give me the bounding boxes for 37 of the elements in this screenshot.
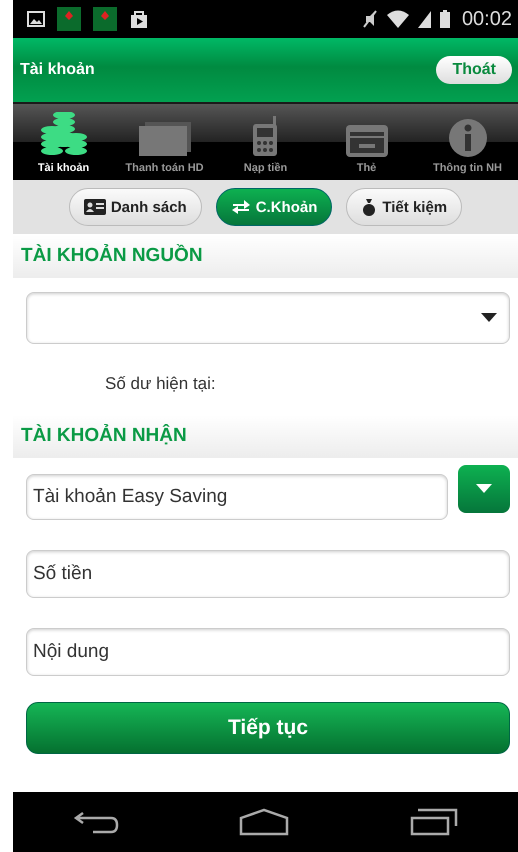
back-icon[interactable] [73,809,120,835]
target-account-field[interactable]: Tài khoản Easy Saving [26,474,448,520]
battery-icon [440,9,450,29]
money-bag-icon [361,198,378,216]
transfer-arrows-icon [230,199,251,215]
segment-button[interactable]: Danh sách [68,188,202,226]
dropdown-arrow-icon [476,484,492,494]
tab[interactable]: Nạp tiền [215,104,316,180]
page-title: Tài khoản [20,61,95,79]
app-icon [93,7,117,31]
contact-card-icon [84,199,106,215]
tab[interactable]: Thẻ [316,104,417,180]
continue-button[interactable]: Tiếp tục [26,702,510,754]
clock: 00:02 [462,8,512,30]
signal-icon [418,9,432,29]
tab[interactable]: Thanh toán HD [114,104,215,180]
info-icon [448,118,488,158]
dropdown-arrow-icon [481,313,497,323]
tab[interactable]: Tài khoản [13,104,114,180]
amount-field[interactable]: Số tiền [26,550,510,598]
section-title: TÀI KHOẢN NHẬN [21,425,187,447]
segment-button[interactable]: Tiết kiệm [346,188,462,226]
store-icon [129,9,149,29]
section-title: TÀI KHOẢN NGUỒN [21,245,203,267]
gallery-icon [27,11,45,27]
content-field[interactable]: Nội dung [26,628,510,676]
tab[interactable]: Thông tin NH [417,104,518,180]
app-icon [57,7,81,31]
segment-button[interactable]: C.Khoản [216,188,332,226]
logout-button[interactable]: Thoát [436,56,512,84]
card-icon [344,124,388,158]
wifi-icon [386,9,410,29]
mute-icon [362,9,378,29]
balance-label: Số dư hiện tại: [105,374,217,394]
home-icon[interactable] [239,808,290,836]
dropdown-button[interactable] [458,465,510,513]
recent-apps-icon[interactable] [410,808,458,836]
